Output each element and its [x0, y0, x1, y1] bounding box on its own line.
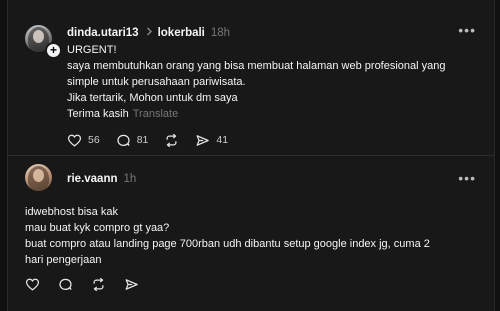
repost-icon — [91, 277, 106, 292]
repost-button[interactable] — [164, 133, 179, 148]
chevron-right-icon — [146, 27, 153, 39]
post-text-line: simple untuk perusahaan pariwisata. — [67, 76, 246, 88]
like-button[interactable] — [25, 277, 40, 292]
like-count: 56 — [88, 134, 100, 146]
post-text-line: URGENT! — [67, 44, 117, 56]
like-button[interactable]: 56 — [67, 133, 100, 148]
post-actions — [25, 276, 157, 292]
post-time[interactable]: 1h — [124, 173, 137, 185]
send-icon — [124, 277, 139, 292]
thread-reply: rie.vaann 1h ••• idwebhost bisa kak mau … — [8, 156, 494, 311]
feed-container: + dinda.utari13 lokerbali 18h ••• URGENT… — [7, 0, 495, 311]
post-text-line-last: Terima kasih Translate — [67, 106, 477, 122]
heart-icon — [67, 133, 82, 148]
share-button[interactable]: 41 — [195, 133, 228, 148]
comment-icon — [58, 277, 73, 292]
post-text-line: buat compro atau landing page 700rban ud… — [25, 238, 430, 250]
more-icon[interactable]: ••• — [458, 171, 476, 185]
repost-icon — [164, 133, 179, 148]
post-text-line: saya membutuhkan orang yang bisa membuat… — [67, 60, 446, 72]
follow-plus-icon[interactable]: + — [45, 42, 62, 59]
post-header: rie.vaann 1h — [67, 171, 136, 187]
share-count: 41 — [216, 134, 229, 146]
send-icon — [195, 133, 210, 148]
post-text: URGENT! saya membutuhkan orang yang bisa… — [67, 42, 477, 122]
reply-count: 81 — [136, 134, 149, 146]
comment-icon — [116, 133, 131, 148]
post-text: idwebhost bisa kak mau buat kyk compro g… — [25, 204, 485, 268]
post-time[interactable]: 18h — [211, 27, 230, 39]
share-button[interactable] — [124, 277, 139, 292]
translate-link[interactable]: Translate — [133, 108, 178, 120]
repost-button[interactable] — [91, 277, 106, 292]
avatar[interactable] — [25, 164, 52, 191]
thread-post: + dinda.utari13 lokerbali 18h ••• URGENT… — [8, 0, 494, 156]
reply-button[interactable] — [58, 277, 73, 292]
username[interactable]: dinda.utari13 — [67, 27, 139, 39]
post-text-line: hari pengerjaan — [25, 254, 102, 266]
post-text-line: Jika tertarik, Mohon untuk dm saya — [67, 92, 238, 104]
more-icon[interactable]: ••• — [458, 23, 476, 37]
reply-button[interactable]: 81 — [116, 133, 149, 148]
post-text-line: idwebhost bisa kak — [25, 206, 118, 218]
heart-icon — [25, 277, 40, 292]
post-header: dinda.utari13 lokerbali 18h — [67, 25, 230, 41]
post-text-closing: Terima kasih — [67, 108, 129, 120]
username[interactable]: rie.vaann — [67, 173, 118, 185]
community-name[interactable]: lokerbali — [158, 27, 205, 39]
post-text-line: mau buat kyk compro gt yaa? — [25, 222, 170, 234]
post-actions: 56 81 41 — [67, 132, 244, 148]
